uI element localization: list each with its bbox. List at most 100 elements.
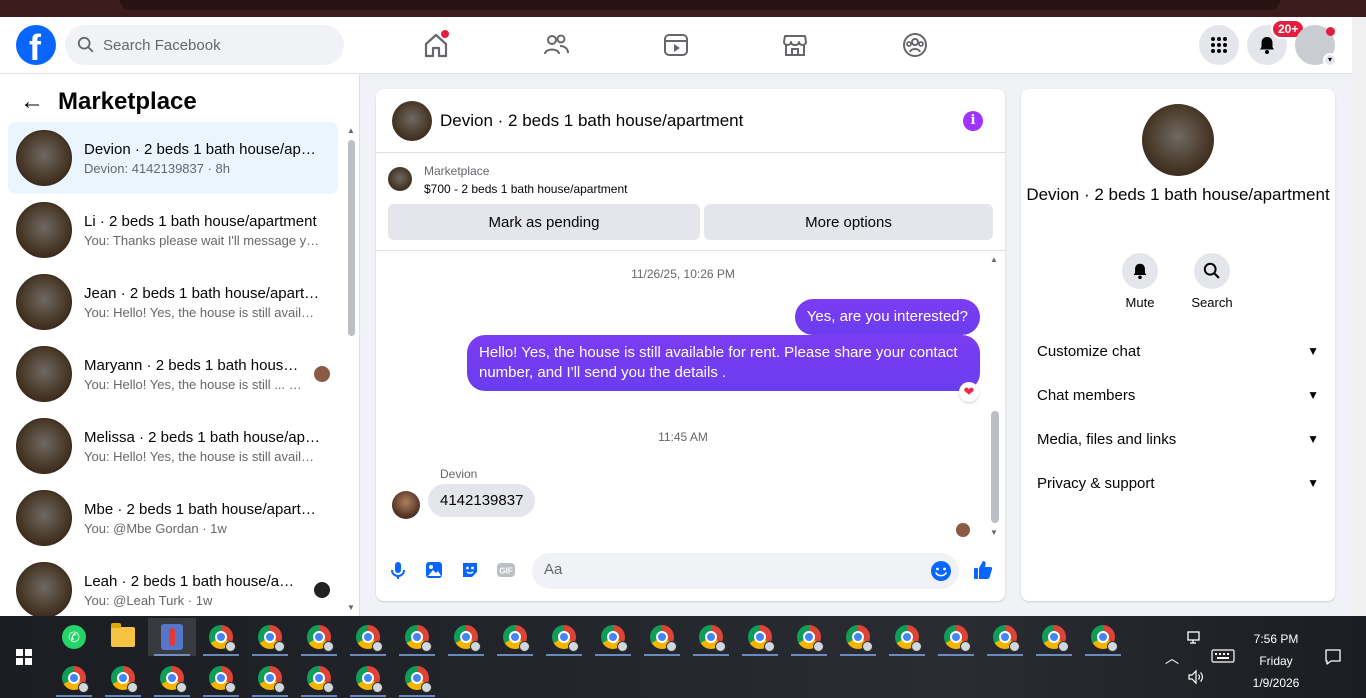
taskbar-chrome-window[interactable]: [344, 659, 392, 697]
scroll-up-arrow-icon[interactable]: ▲: [990, 255, 998, 264]
taskbar-chrome-window[interactable]: [491, 618, 539, 656]
nav-groups[interactable]: [900, 30, 930, 60]
taskbar-chrome-window[interactable]: [981, 618, 1029, 656]
outgoing-message[interactable]: Yes, are you interested?: [794, 299, 980, 335]
nav-home[interactable]: [421, 30, 451, 60]
microphone-icon: [391, 562, 405, 579]
taskbar-chrome-window[interactable]: [540, 618, 588, 656]
menu-button[interactable]: [1199, 25, 1239, 65]
taskbar-whatsapp[interactable]: ✆: [50, 618, 98, 656]
listing-thumbnail[interactable]: [388, 167, 412, 191]
taskbar-app-active[interactable]: [148, 618, 196, 656]
account-avatar-button[interactable]: ▾: [1295, 25, 1337, 67]
windows-start-icon[interactable]: [16, 649, 32, 665]
taskbar-chrome-window[interactable]: [148, 659, 196, 697]
taskbar-chrome-window[interactable]: [932, 618, 980, 656]
conversation-title: Mbe · 2 beds 1 bath house/apartment: [84, 500, 320, 518]
taskbar-chrome-window[interactable]: [687, 618, 735, 656]
sidebar-scrollbar[interactable]: ▲ ▼: [346, 126, 356, 612]
attach-photo-button[interactable]: [423, 559, 445, 581]
taskbar-chrome-window[interactable]: [393, 659, 441, 697]
conversation-item-li[interactable]: Li · 2 beds 1 bath house/apartment You: T…: [8, 194, 338, 266]
taskbar-chrome-window[interactable]: [246, 659, 294, 697]
taskbar-file-explorer[interactable]: [99, 618, 147, 656]
more-options-button[interactable]: More options: [704, 204, 993, 240]
scroll-up-arrow-icon[interactable]: ▲: [347, 126, 355, 135]
nav-marketplace[interactable]: [780, 30, 810, 60]
heart-reaction-icon[interactable]: ❤: [959, 382, 979, 402]
taskbar-chrome-window[interactable]: [638, 618, 686, 656]
conversation-item-melissa[interactable]: Melissa · 2 beds 1 bath house/apartment Y…: [8, 410, 338, 482]
taskbar-chrome-window[interactable]: [834, 618, 882, 656]
taskbar-chrome-window[interactable]: [393, 618, 441, 656]
search-box[interactable]: [65, 25, 344, 65]
chat-title[interactable]: Devion · 2 beds 1 bath house/apartment: [440, 111, 743, 131]
taskbar-chrome-window[interactable]: [50, 659, 98, 697]
taskbar-chrome-window[interactable]: [295, 659, 343, 697]
chevron-up-icon[interactable]: ︿: [1165, 648, 1179, 698]
facebook-logo[interactable]: f: [16, 25, 56, 68]
search-input[interactable]: [103, 36, 333, 54]
listing-avatar: [16, 418, 72, 474]
incoming-message[interactable]: 4142139837: [428, 484, 536, 517]
chat-avatar[interactable]: [392, 100, 432, 141]
taskbar-chrome-window[interactable]: [99, 659, 147, 697]
taskbar-chrome-window[interactable]: [1079, 618, 1127, 656]
folder-icon: [111, 623, 135, 647]
listing-price[interactable]: $700 - 2 beds 1 bath house/apartment: [424, 182, 627, 196]
taskbar-chrome-window[interactable]: [736, 618, 784, 656]
conversation-item-devion[interactable]: Devion · 2 beds 1 bath house/apartment De…: [8, 122, 338, 194]
taskbar-chrome-window[interactable]: [1030, 618, 1078, 656]
privacy-support-row[interactable]: Privacy & support ▼: [1037, 461, 1319, 505]
taskbar-chrome-window[interactable]: [197, 618, 245, 656]
sender-avatar[interactable]: [392, 491, 420, 519]
keyboard-icon[interactable]: [1211, 649, 1235, 663]
chat-members-row[interactable]: Chat members ▼: [1037, 373, 1319, 417]
address-bar[interactable]: [120, 0, 1280, 10]
taskbar-chrome-window[interactable]: [442, 618, 490, 656]
taskbar-chrome-window[interactable]: [883, 618, 931, 656]
chrome-icon: [307, 625, 334, 652]
scrollbar-thumb[interactable]: [991, 411, 999, 523]
volume-icon[interactable]: [1187, 669, 1205, 685]
scrollbar-thumb[interactable]: [348, 140, 355, 336]
taskbar-chrome-window[interactable]: [295, 618, 343, 656]
outgoing-message[interactable]: Hello! Yes, the house is still available…: [467, 335, 980, 391]
conversation-title: Maryann · 2 beds 1 bath house/apartment: [84, 356, 302, 374]
search-action[interactable]: Search: [1182, 253, 1242, 310]
taskbar-clock[interactable]: 7:56 PM Friday 1/9/2026: [1236, 628, 1316, 694]
page-scrollbar[interactable]: [1352, 17, 1366, 616]
chat-scrollbar[interactable]: ▲ ▼: [990, 255, 1000, 537]
info-icon[interactable]: i: [963, 111, 983, 131]
conversation-item-leah[interactable]: Leah · 2 beds 1 bath house/apartment You:…: [8, 554, 338, 616]
nav-video[interactable]: [661, 30, 691, 60]
notification-center-icon[interactable]: [1324, 648, 1342, 666]
conversation-item-jean[interactable]: Jean · 2 beds 1 bath house/apartment You:…: [8, 266, 338, 338]
sticker-button[interactable]: [459, 559, 481, 581]
message-input-box[interactable]: [532, 553, 959, 589]
back-arrow-icon[interactable]: ←: [20, 89, 44, 115]
media-files-links-row[interactable]: Media, files and links ▼: [1037, 417, 1319, 461]
conversation-item-mbe[interactable]: Mbe · 2 beds 1 bath house/apartment You: …: [8, 482, 338, 554]
notifications-button[interactable]: 20+: [1247, 19, 1306, 65]
info-avatar[interactable]: [1142, 104, 1214, 176]
mute-action[interactable]: Mute: [1110, 253, 1170, 310]
taskbar-chrome-window[interactable]: [344, 618, 392, 656]
taskbar-chrome-window[interactable]: [246, 618, 294, 656]
taskbar-chrome-window[interactable]: [589, 618, 637, 656]
network-icon[interactable]: [1186, 629, 1204, 647]
voice-clip-button[interactable]: [387, 559, 409, 581]
chrome-icon: [356, 666, 383, 693]
message-input[interactable]: [544, 561, 914, 578]
emoji-icon[interactable]: [929, 559, 953, 583]
scroll-down-arrow-icon[interactable]: ▼: [990, 528, 998, 537]
conversation-item-maryann[interactable]: Maryann · 2 beds 1 bath house/apartment Y…: [8, 338, 338, 410]
nav-friends[interactable]: [541, 30, 571, 60]
taskbar-chrome-window[interactable]: [197, 659, 245, 697]
customize-chat-row[interactable]: Customize chat ▼: [1037, 329, 1319, 373]
gif-button[interactable]: GIF: [495, 559, 517, 581]
mark-pending-button[interactable]: Mark as pending: [388, 204, 700, 240]
taskbar-chrome-window[interactable]: [785, 618, 833, 656]
scroll-down-arrow-icon[interactable]: ▼: [347, 603, 355, 612]
like-button[interactable]: [972, 559, 994, 581]
